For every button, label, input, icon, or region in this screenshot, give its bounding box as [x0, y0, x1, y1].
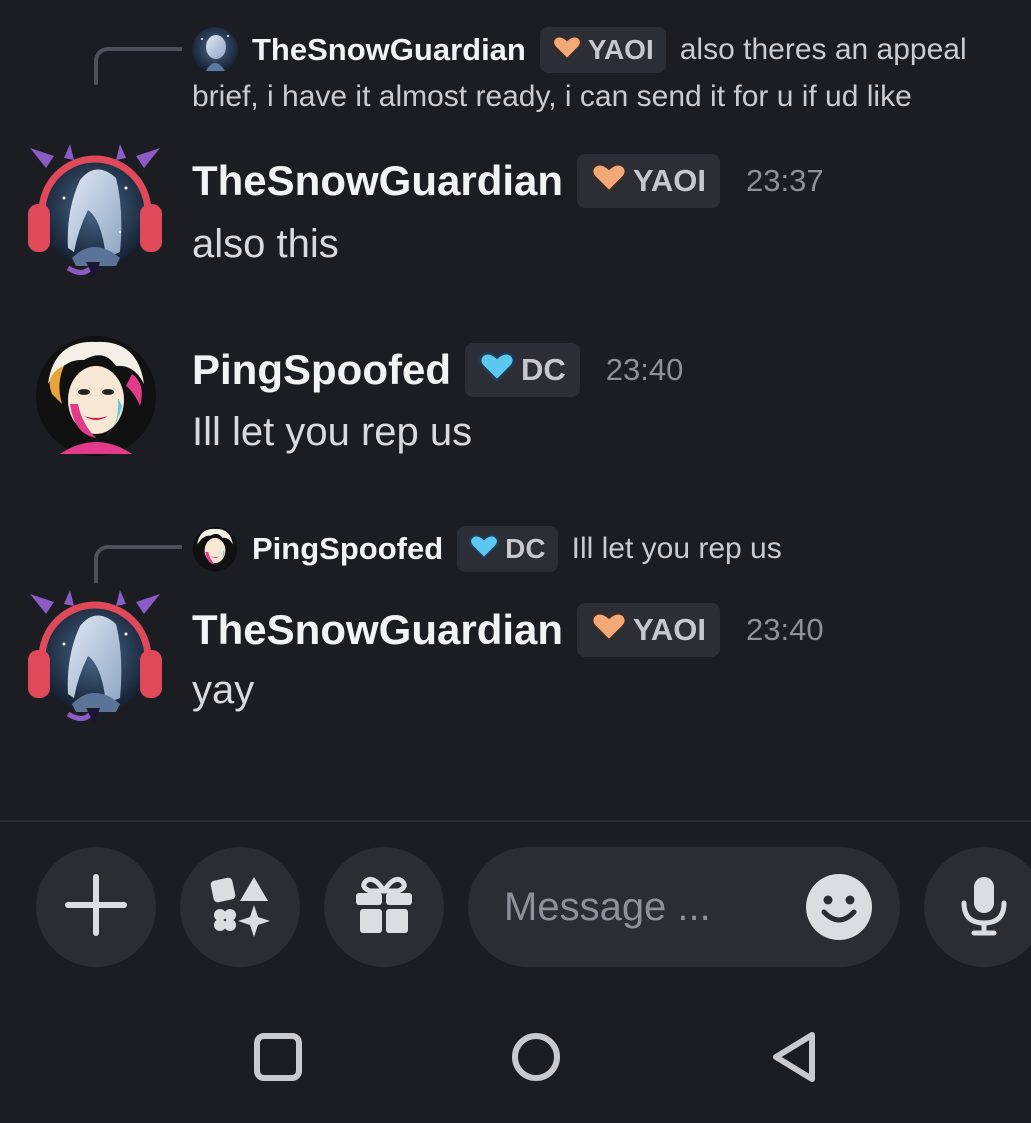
message-input[interactable]	[504, 877, 794, 937]
microphone-icon	[952, 873, 1016, 942]
author-name[interactable]: PingSpoofed	[192, 346, 451, 394]
reply-preview[interactable]: TheSnowGuardian YAOI also theres an appe…	[192, 26, 967, 74]
recents-icon	[253, 1032, 303, 1087]
reply-author-name[interactable]: PingSpoofed	[252, 531, 443, 567]
user-avatar[interactable]	[34, 334, 162, 462]
home-button[interactable]	[491, 1014, 581, 1104]
reply-text-line-2: brief, i have it almost ready, i can sen…	[192, 80, 912, 113]
chat-screen: TheSnowGuardian YAOI also theres an appe…	[0, 0, 1031, 1123]
back-button[interactable]	[750, 1014, 840, 1104]
server-tag-label: YAOI	[633, 163, 706, 198]
message-text: also this	[192, 222, 339, 266]
emoji-icon	[806, 874, 872, 944]
blue-heart-icon	[478, 350, 515, 390]
composer-divider	[0, 820, 1031, 822]
user-avatar[interactable]	[24, 586, 166, 728]
author-name[interactable]: TheSnowGuardian	[192, 157, 563, 205]
reply-author-name[interactable]: TheSnowGuardian	[252, 32, 526, 68]
reply-tag-label: DC	[505, 533, 546, 564]
timestamp: 23:40	[605, 352, 684, 387]
emoji-button[interactable]	[806, 874, 872, 940]
message-3[interactable]: PingSpoofed DC Ill let you rep us TheSno…	[0, 520, 1031, 750]
reply-connector	[94, 47, 182, 85]
gift-icon	[352, 873, 416, 942]
message-1[interactable]: TheSnowGuardian YAOI also theres an appe…	[0, 0, 1031, 300]
home-icon	[510, 1031, 562, 1088]
reply-tag-label: YAOI	[587, 34, 654, 65]
message-header: TheSnowGuardian YAOI 23:37	[192, 151, 824, 211]
author-name[interactable]: TheSnowGuardian	[192, 606, 563, 654]
reply-text-line-1: also theres an appeal	[679, 33, 967, 66]
reply-avatar	[192, 526, 238, 572]
reply-connector	[94, 545, 182, 583]
reply-server-tag[interactable]: YAOI	[539, 27, 666, 73]
server-tag-label: DC	[520, 352, 566, 387]
system-navigation-bar	[0, 1000, 1031, 1123]
orange-heart-icon	[551, 34, 582, 67]
reply-server-tag[interactable]: DC	[457, 526, 558, 572]
gift-button[interactable]	[324, 847, 444, 967]
timestamp: 23:37	[745, 163, 824, 198]
voice-message-button[interactable]	[924, 847, 1031, 967]
reply-text-line-1: Ill let you rep us	[571, 532, 782, 565]
timestamp: 23:40	[745, 612, 824, 647]
server-tag[interactable]: DC	[464, 343, 580, 397]
back-icon	[770, 1030, 820, 1089]
blue-heart-icon	[469, 533, 500, 566]
orange-heart-icon	[591, 610, 628, 650]
orange-heart-icon	[591, 161, 628, 201]
reply-preview[interactable]: PingSpoofed DC Ill let you rep us	[192, 525, 782, 573]
apps-icon	[208, 873, 272, 942]
message-header: TheSnowGuardian YAOI 23:40	[192, 600, 824, 660]
server-tag[interactable]: YAOI	[577, 603, 720, 657]
reply-avatar	[192, 27, 238, 73]
message-input-container[interactable]	[468, 847, 900, 967]
user-avatar[interactable]	[24, 140, 166, 282]
plus-icon	[64, 873, 128, 942]
message-text: yay	[192, 668, 255, 712]
recents-button[interactable]	[233, 1014, 323, 1104]
server-tag-label: YAOI	[633, 612, 706, 647]
message-header: PingSpoofed DC 23:40	[192, 340, 683, 400]
add-attachment-button[interactable]	[36, 847, 156, 967]
message-text: Ill let you rep us	[192, 410, 473, 454]
message-2[interactable]: PingSpoofed DC 23:40 Ill let you rep us	[0, 320, 1031, 480]
server-tag[interactable]: YAOI	[577, 154, 720, 208]
apps-button[interactable]	[180, 847, 300, 967]
